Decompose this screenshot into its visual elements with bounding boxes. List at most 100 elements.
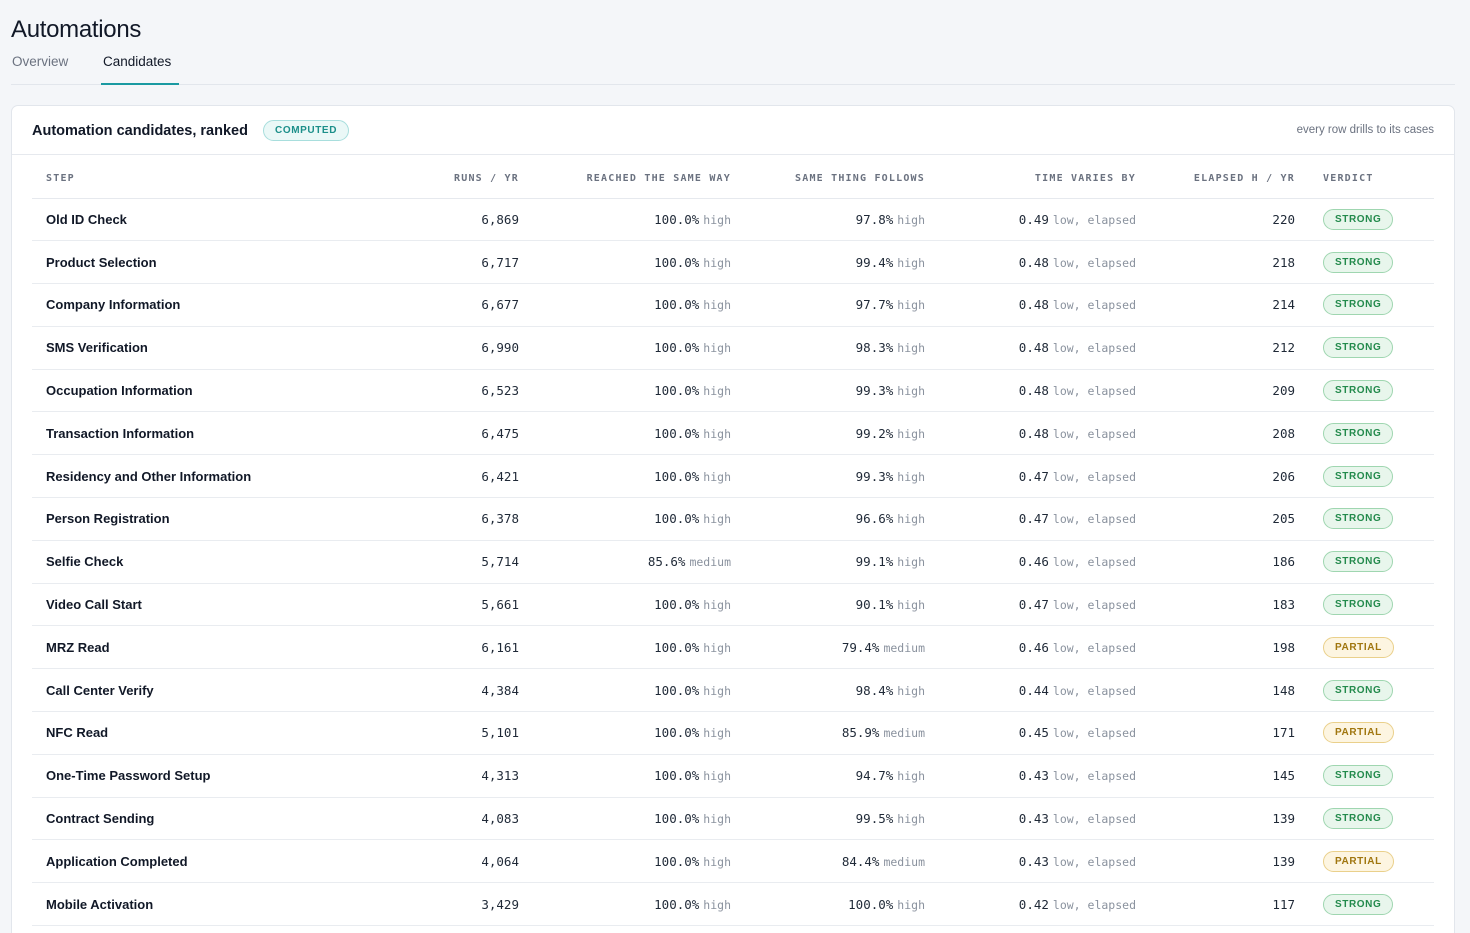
reached-qualifier: high [703, 854, 731, 869]
table-row[interactable]: Contract Sending 4,083 100.0% high 99.5% high… [32, 797, 1434, 841]
reached-qualifier: high [703, 426, 731, 441]
runs-per-year: 4,083 [481, 811, 519, 827]
step-name[interactable]: Mobile Activation [32, 882, 402, 927]
column-header-verdict[interactable]: VERDICT [1295, 167, 1434, 199]
runs-per-year: 6,677 [481, 297, 519, 313]
table-row[interactable]: Mobile Activation 3,429 100.0% high 100.0% hi… [32, 882, 1434, 927]
reached-qualifier: high [703, 384, 731, 399]
table-row[interactable]: Old ID Check 6,869 100.0% high 97.8% high 0.49… [32, 198, 1434, 242]
step-name[interactable]: Application Completed [32, 839, 402, 884]
step-name[interactable]: SMS Verification [32, 326, 402, 370]
column-header-follows[interactable]: SAME THING FOLLOWS [731, 167, 925, 199]
follows-qualifier: high [897, 897, 925, 912]
step-name[interactable]: NFC Read [32, 711, 402, 755]
follows-qualifier: high [897, 255, 925, 270]
table-row[interactable]: Selfie Check 5,714 85.6% medium 99.1% high 0.4… [32, 540, 1434, 584]
follows-value: 97.7% [855, 297, 894, 313]
follows-qualifier: high [897, 598, 925, 613]
tab-overview[interactable]: Overview [12, 54, 68, 69]
reached-value: 100.0% [654, 639, 700, 655]
step-name[interactable]: Selfie Check [32, 540, 402, 584]
elapsed-hours: 139 [1272, 853, 1295, 869]
runs-per-year: 6,717 [481, 254, 519, 270]
reached-qualifier: high [703, 212, 731, 227]
reached-qualifier: high [703, 769, 731, 784]
verdict-badge: STRONG [1323, 465, 1394, 487]
table-row[interactable]: Occupation Information 6,523 100.0% high 99.… [32, 369, 1434, 413]
reached-qualifier: high [703, 598, 731, 613]
active-tab-indicator [101, 83, 179, 85]
follows-qualifier: medium [883, 726, 925, 741]
verdict-badge: STRONG [1323, 422, 1394, 444]
step-name[interactable]: Person Registration [32, 497, 402, 541]
step-name[interactable]: Old ID Check [32, 198, 402, 242]
table-row[interactable]: NFC Read 5,101 100.0% high 85.9% medium 0.45 lo… [32, 711, 1434, 755]
follows-value: 98.4% [855, 682, 894, 698]
follows-qualifier: high [897, 512, 925, 527]
table-row[interactable]: Product Selection 6,717 100.0% high 99.4% hig… [32, 240, 1434, 285]
step-name[interactable]: One-Time Password Setup [32, 754, 402, 798]
verdict-badge: STRONG [1323, 551, 1394, 573]
card-header: Automation candidates, ranked COMPUTED e… [12, 106, 1454, 155]
elapsed-hours: 139 [1272, 811, 1295, 827]
elapsed-hours: 218 [1272, 254, 1295, 270]
tab-candidates[interactable]: Candidates [103, 54, 171, 69]
table-row[interactable]: Transaction Information 6,475 100.0% high 99… [32, 411, 1434, 456]
follows-value: 98.3% [855, 340, 894, 356]
runs-per-year: 6,421 [481, 468, 519, 484]
elapsed-hours: 183 [1272, 597, 1295, 613]
reached-value: 100.0% [654, 468, 700, 484]
step-name[interactable]: MRZ Read [32, 625, 402, 670]
step-name[interactable]: Occupation Information [32, 369, 402, 413]
reached-qualifier: high [703, 469, 731, 484]
runs-per-year: 6,475 [481, 425, 519, 441]
step-name[interactable]: Video Call Start [32, 583, 402, 627]
column-header-varies[interactable]: TIME VARIES BY [925, 167, 1136, 199]
follows-qualifier: high [897, 812, 925, 827]
reached-value: 100.0% [654, 682, 700, 698]
verdict-badge: PARTIAL [1323, 850, 1394, 872]
table-row[interactable]: One-Time Password Setup 4,313 100.0% high 94… [32, 754, 1434, 798]
varies-value: 0.48 [1018, 254, 1049, 270]
table-row[interactable]: MRZ Read 6,161 100.0% high 79.4% medium 0.46 lo… [32, 625, 1434, 670]
varies-qualifier: low, elapsed [1052, 854, 1136, 869]
varies-value: 0.47 [1018, 597, 1049, 613]
table-row[interactable]: Company Information 6,677 100.0% high 97.7% h… [32, 283, 1434, 327]
varies-qualifier: low, elapsed [1052, 683, 1136, 698]
reached-qualifier: high [703, 897, 731, 912]
step-name[interactable]: Contract Sending [32, 797, 402, 841]
step-name[interactable]: Product Selection [32, 240, 402, 285]
elapsed-hours: 206 [1272, 468, 1295, 484]
varies-value: 0.48 [1018, 425, 1049, 441]
table-row[interactable]: Video Call Start 5,661 100.0% high 90.1% high… [32, 583, 1434, 627]
reached-qualifier: high [703, 726, 731, 741]
table-row[interactable]: Call Center Verify 4,384 100.0% high 98.4% hi… [32, 668, 1434, 713]
column-header-elapsed[interactable]: ELAPSED H / YR [1136, 167, 1295, 199]
elapsed-hours: 212 [1272, 340, 1295, 356]
table-row[interactable]: SMS Verification 6,990 100.0% high 98.3% high… [32, 326, 1434, 370]
verdict-badge: PARTIAL [1323, 636, 1394, 658]
varies-value: 0.48 [1018, 383, 1049, 399]
table-row[interactable]: Person Registration 6,378 100.0% high 96.6% h… [32, 497, 1434, 541]
follows-value: 90.1% [855, 597, 894, 613]
elapsed-hours: 198 [1272, 639, 1295, 655]
column-header-reached[interactable]: REACHED THE SAME WAY [519, 167, 731, 199]
follows-value: 99.4% [855, 254, 894, 270]
varies-qualifier: low, elapsed [1052, 298, 1136, 313]
reached-qualifier: high [703, 683, 731, 698]
verdict-badge: STRONG [1323, 679, 1394, 701]
column-header-step[interactable]: STEP [32, 167, 402, 199]
verdict-badge: STRONG [1323, 208, 1394, 230]
table-row[interactable]: Residency and Other Information 6,421 100.… [32, 454, 1434, 499]
varies-qualifier: low, elapsed [1052, 812, 1136, 827]
runs-per-year: 4,384 [481, 682, 519, 698]
reached-value: 100.0% [654, 511, 700, 527]
varies-value: 0.43 [1018, 853, 1049, 869]
table-row[interactable]: Application Completed 4,064 100.0% high 84.4… [32, 839, 1434, 884]
step-name[interactable]: Transaction Information [32, 411, 402, 456]
reached-qualifier: high [703, 341, 731, 356]
step-name[interactable]: Company Information [32, 283, 402, 327]
step-name[interactable]: Call Center Verify [32, 668, 402, 713]
step-name[interactable]: Residency and Other Information [32, 454, 402, 499]
column-header-runs[interactable]: RUNS / YR [402, 167, 519, 199]
